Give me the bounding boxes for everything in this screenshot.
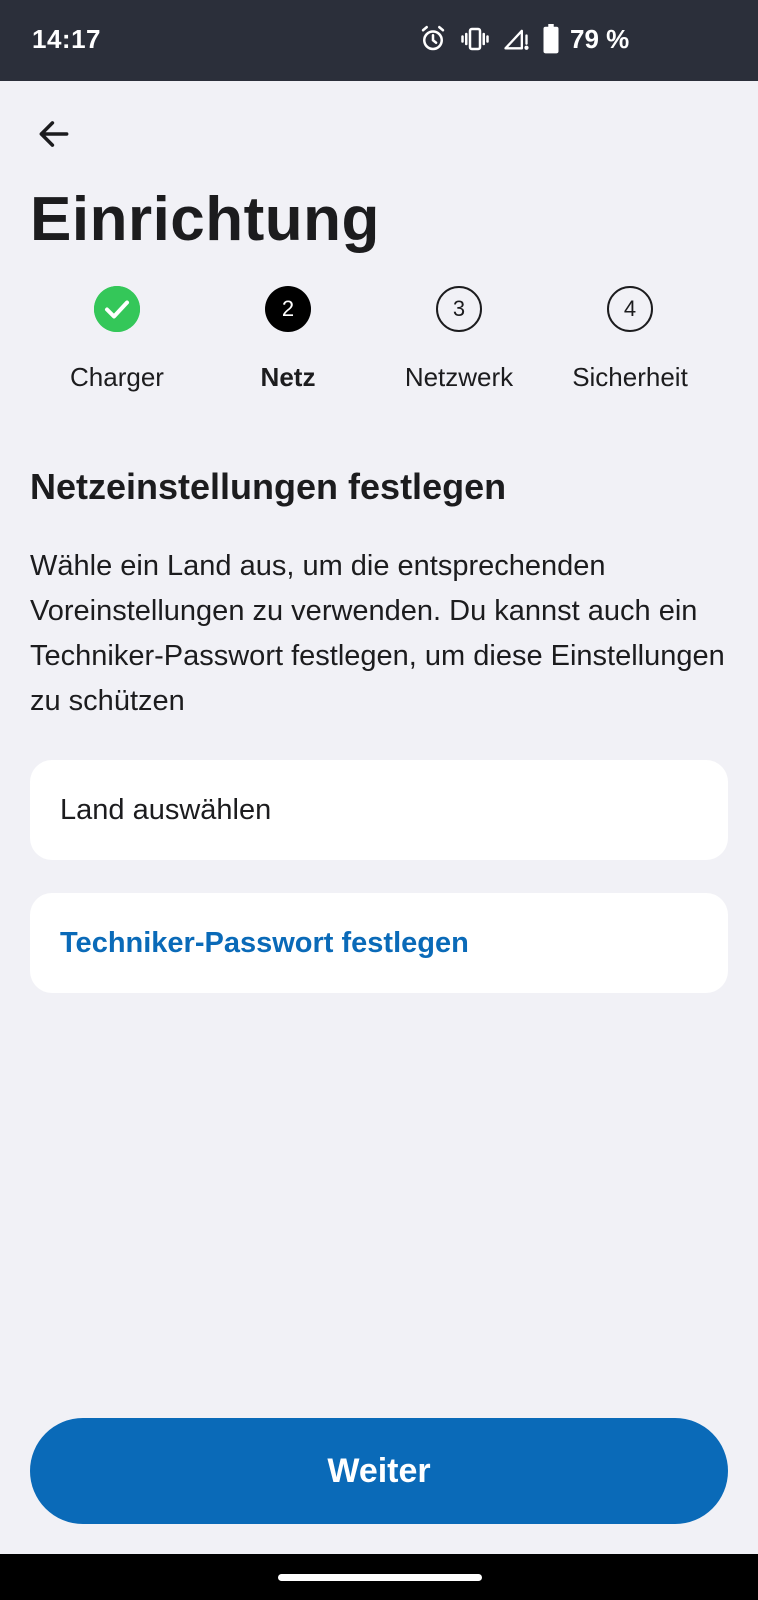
continue-button[interactable]: Weiter: [30, 1418, 728, 1524]
check-icon: [94, 286, 140, 332]
step-label: Netzwerk: [404, 362, 514, 392]
vibrate-icon: [460, 24, 490, 54]
step-netzwerk[interactable]: 3 Netzwerk: [372, 286, 546, 406]
step-label: Netz: [260, 362, 316, 392]
back-button[interactable]: [28, 110, 80, 162]
step-number: 3: [436, 286, 482, 332]
country-select[interactable]: Land auswählen: [30, 760, 728, 860]
step-label: Sicherheit: [572, 362, 688, 392]
status-icons: [418, 22, 560, 56]
signal-icon: [502, 25, 530, 53]
section-title: Netzeinstellungen festlegen: [30, 466, 507, 507]
step-number: 2: [265, 286, 311, 332]
step-charger[interactable]: Charger: [30, 286, 204, 406]
step-number: 4: [607, 286, 653, 332]
setup-stepper: Charger 2 Netz 3 Netzwerk 4 Sicherheit: [30, 286, 728, 406]
alarm-icon: [418, 24, 448, 54]
page-title: Einrichtung: [30, 185, 380, 254]
step-label: Charger: [70, 362, 164, 392]
navigation-bar: [0, 1554, 758, 1600]
battery-icon: [542, 24, 560, 54]
battery-percentage: 79 %: [570, 24, 630, 54]
status-bar: 14:17 79 %: [0, 0, 758, 81]
arrow-left-icon: [35, 115, 73, 158]
status-time: 14:17: [32, 24, 101, 54]
step-netz[interactable]: 2 Netz: [201, 286, 375, 406]
section-description: Wähle ein Land aus, um die entsprechende…: [30, 550, 725, 717]
step-sicherheit[interactable]: 4 Sicherheit: [543, 286, 717, 406]
home-indicator[interactable]: [278, 1574, 482, 1581]
technician-password-button[interactable]: Techniker-Passwort festlegen: [30, 893, 728, 993]
